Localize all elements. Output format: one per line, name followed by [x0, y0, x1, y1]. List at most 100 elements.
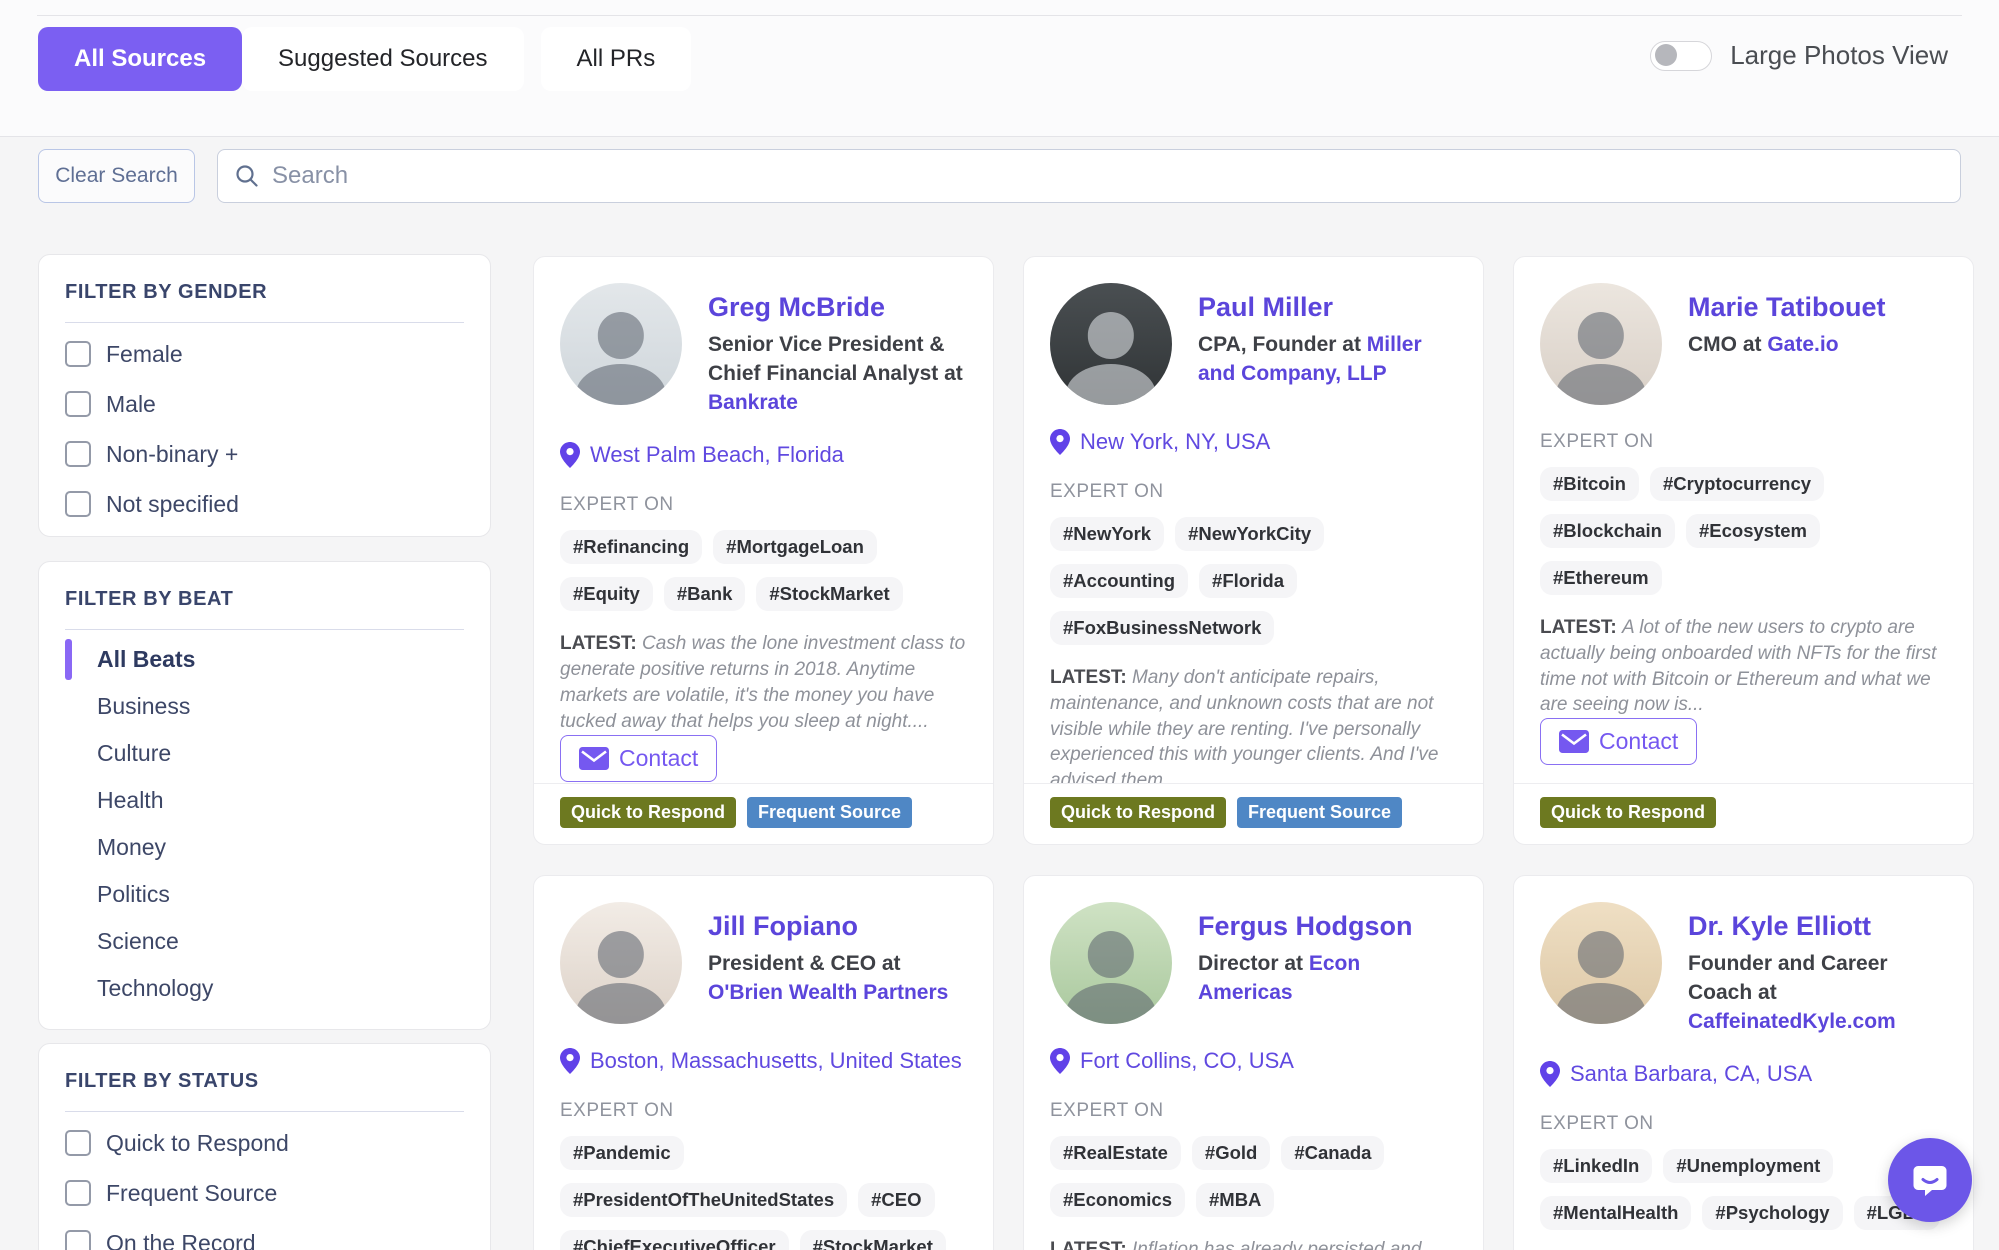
source-tabs: All Sources Suggested Sources All PRs — [38, 27, 691, 91]
org-link[interactable]: Bankrate — [708, 391, 798, 414]
beat-item-technology[interactable]: Technology — [39, 965, 490, 1012]
contact-button[interactable]: Contact — [560, 735, 717, 782]
beat-item-business[interactable]: Business — [39, 683, 490, 730]
tag-pill[interactable]: #ChiefExecutiveOfficer — [560, 1230, 789, 1250]
tag-pill[interactable]: #Equity — [560, 577, 653, 611]
avatar[interactable] — [1050, 283, 1172, 405]
org-link[interactable]: Gate.io — [1767, 333, 1838, 356]
tag-pill[interactable]: #RealEstate — [1050, 1136, 1181, 1170]
quick-to-respond-badge: Quick to Respond — [1540, 797, 1716, 828]
tag-pill[interactable]: #Cryptocurrency — [1650, 467, 1824, 501]
tag-pill[interactable]: #Psychology — [1702, 1196, 1842, 1230]
tag-pill[interactable]: #Blockchain — [1540, 514, 1675, 548]
tag-pill[interactable]: #Unemployment — [1663, 1149, 1833, 1183]
beat-label: Money — [97, 834, 166, 861]
filter-by-gender-panel: FILTER BY GENDER Female Male Non-binary … — [38, 254, 491, 537]
toggle-knob-icon — [1655, 44, 1677, 66]
source-card: Fergus Hodgson Director at Econ Americas… — [1023, 875, 1484, 1250]
tag-pill[interactable]: #NewYork — [1050, 517, 1164, 551]
latest-quote: LATEST: Inflation has already persisted … — [1050, 1237, 1457, 1250]
beat-item-politics[interactable]: Politics — [39, 871, 490, 918]
location-link[interactable]: Fort Collins, CO, USA — [1050, 1048, 1457, 1074]
expertise-tags: #LinkedIn #Unemployment #MentalHealth #P… — [1540, 1149, 1947, 1230]
search-input[interactable] — [272, 162, 1944, 190]
expertise-tags: #Pandemic #PresidentOfTheUnitedStates #C… — [560, 1136, 967, 1250]
checkbox[interactable] — [65, 391, 91, 417]
tag-pill[interactable]: #MBA — [1196, 1183, 1274, 1217]
avatar[interactable] — [560, 283, 682, 405]
location-link[interactable]: Boston, Massachusetts, United States — [560, 1048, 967, 1074]
source-name-link[interactable]: Paul Miller — [1198, 291, 1457, 323]
source-name-link[interactable]: Fergus Hodgson — [1198, 910, 1457, 942]
org-link[interactable]: CaffeinatedKyle.com — [1688, 1010, 1896, 1033]
tag-pill[interactable]: #StockMarket — [800, 1230, 946, 1250]
tag-pill[interactable]: #LinkedIn — [1540, 1149, 1652, 1183]
tag-pill[interactable]: #Economics — [1050, 1183, 1185, 1217]
checkbox[interactable] — [65, 441, 91, 467]
beat-item-health[interactable]: Health — [39, 777, 490, 824]
tag-pill[interactable]: #FoxBusinessNetwork — [1050, 611, 1274, 645]
status-option-on-the-record[interactable]: On the Record — [65, 1218, 490, 1250]
tag-pill[interactable]: #CEO — [858, 1183, 934, 1217]
source-name-link[interactable]: Jill Fopiano — [708, 910, 967, 942]
tag-pill[interactable]: #Canada — [1281, 1136, 1384, 1170]
tag-pill[interactable]: #Bitcoin — [1540, 467, 1639, 501]
title-text: President & CEO at — [708, 952, 901, 975]
expertise-tags: #NewYork #NewYorkCity #Accounting #Flori… — [1050, 517, 1457, 645]
tag-pill[interactable]: #Florida — [1199, 564, 1297, 598]
tag-pill[interactable]: #Pandemic — [560, 1136, 684, 1170]
checkbox[interactable] — [65, 1180, 91, 1206]
location-link[interactable]: New York, NY, USA — [1050, 429, 1457, 455]
status-option-quick-to-respond[interactable]: Quick to Respond — [65, 1118, 490, 1168]
source-name-link[interactable]: Greg McBride — [708, 291, 967, 323]
tab-suggested-sources[interactable]: Suggested Sources — [242, 27, 523, 91]
gender-option-not-specified[interactable]: Not specified — [65, 479, 490, 529]
tab-all-prs[interactable]: All PRs — [541, 27, 692, 91]
envelope-icon — [1559, 730, 1589, 753]
checkbox[interactable] — [65, 341, 91, 367]
source-name-link[interactable]: Dr. Kyle Elliott — [1688, 910, 1947, 942]
source-name-link[interactable]: Marie Tatibouet — [1688, 291, 1886, 323]
avatar[interactable] — [1540, 902, 1662, 1024]
avatar[interactable] — [560, 902, 682, 1024]
source-card: Greg McBride Senior Vice President & Chi… — [533, 256, 994, 845]
source-job-title: President & CEO at O'Brien Wealth Partne… — [708, 950, 967, 1008]
beat-item-culture[interactable]: Culture — [39, 730, 490, 777]
beat-item-all-beats[interactable]: All Beats — [39, 636, 490, 683]
checkbox[interactable] — [65, 1230, 91, 1250]
clear-search-button[interactable]: Clear Search — [38, 149, 195, 203]
tag-pill[interactable]: #MortgageLoan — [713, 530, 877, 564]
chat-launcher-button[interactable] — [1888, 1138, 1972, 1222]
title-text: Director at — [1198, 952, 1309, 975]
checkbox[interactable] — [65, 1130, 91, 1156]
location-link[interactable]: Santa Barbara, CA, USA — [1540, 1061, 1947, 1087]
tag-pill[interactable]: #StockMarket — [756, 577, 902, 611]
gender-option-nonbinary[interactable]: Non-binary + — [65, 429, 490, 479]
beat-item-money[interactable]: Money — [39, 824, 490, 871]
filter-by-status-panel: FILTER BY STATUS Quick to Respond Freque… — [38, 1043, 491, 1250]
checkbox[interactable] — [65, 491, 91, 517]
gender-option-male[interactable]: Male — [65, 379, 490, 429]
tag-pill[interactable]: #Refinancing — [560, 530, 702, 564]
tag-pill[interactable]: #MentalHealth — [1540, 1196, 1691, 1230]
beat-item-science[interactable]: Science — [39, 918, 490, 965]
avatar[interactable] — [1050, 902, 1172, 1024]
tag-pill[interactable]: #Ethereum — [1540, 561, 1662, 595]
tag-pill[interactable]: #Ecosystem — [1686, 514, 1820, 548]
gender-option-female[interactable]: Female — [65, 329, 490, 379]
tag-pill[interactable]: #NewYorkCity — [1175, 517, 1324, 551]
org-link[interactable]: O'Brien Wealth Partners — [708, 981, 948, 1004]
tag-pill[interactable]: #Accounting — [1050, 564, 1188, 598]
large-photos-toggle[interactable] — [1650, 41, 1712, 71]
option-label: Male — [106, 391, 156, 418]
avatar[interactable] — [1540, 283, 1662, 405]
tab-all-sources[interactable]: All Sources — [38, 27, 242, 91]
tag-pill[interactable]: #PresidentOfTheUnitedStates — [560, 1183, 847, 1217]
contact-button[interactable]: Contact — [1540, 718, 1697, 765]
tag-pill[interactable]: #Gold — [1192, 1136, 1270, 1170]
status-option-frequent-source[interactable]: Frequent Source — [65, 1168, 490, 1218]
contact-label: Contact — [1599, 728, 1678, 755]
tag-pill[interactable]: #Bank — [664, 577, 746, 611]
location-link[interactable]: West Palm Beach, Florida — [560, 442, 967, 468]
filter-by-status-title: FILTER BY STATUS — [65, 1070, 464, 1093]
